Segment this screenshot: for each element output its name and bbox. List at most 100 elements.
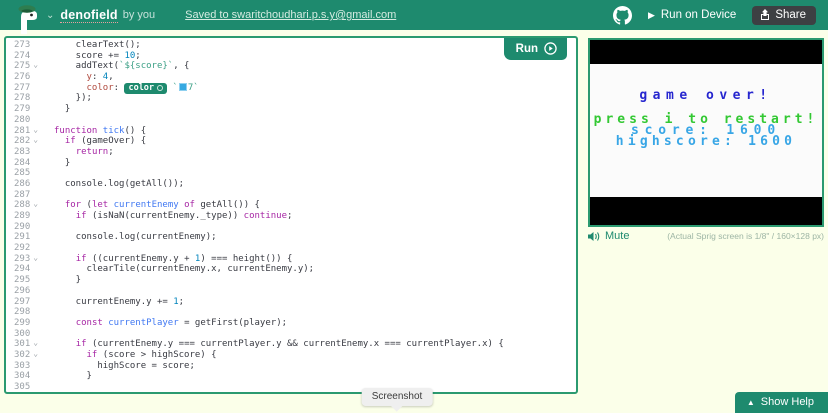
chevron-down-icon[interactable]: ⌄ (46, 10, 54, 21)
code-line[interactable]: 286 console.log(getAll()); (6, 179, 576, 190)
code-text (44, 307, 54, 318)
fold-chevron-icon[interactable]: ⌄ (33, 338, 38, 347)
fold-chevron-icon[interactable]: ⌄ (33, 60, 38, 69)
code-line[interactable]: 303 highScore = score; (6, 361, 576, 372)
code-token: = getFirst(player); (179, 318, 287, 328)
code-line[interactable]: 275⌄ addText(`${score}`, { (6, 61, 576, 72)
sprig-dino-logo[interactable] (12, 2, 42, 34)
code-line[interactable]: 291 console.log(currentEnemy); (6, 232, 576, 243)
code-token (54, 147, 76, 157)
code-line[interactable]: 287 (6, 190, 576, 201)
fold-chevron-icon[interactable]: ⌄ (33, 125, 38, 134)
show-help-label: Show Help (761, 396, 814, 408)
code-line[interactable]: 283 return; (6, 147, 576, 158)
code-line[interactable]: 298 (6, 307, 576, 318)
code-token: if (76, 211, 87, 221)
code-token: currentEnemy.y += (54, 297, 173, 307)
code-line[interactable]: 276 y: 4, (6, 72, 576, 83)
line-number: 298 (6, 307, 44, 318)
code-line[interactable]: 274 score += 10; (6, 51, 576, 62)
highscore-text: highscore: 1600 (590, 134, 822, 149)
code-token: : (92, 72, 103, 82)
line-number: 279 (6, 104, 44, 115)
code-text: score += 10; (44, 51, 141, 62)
fold-chevron-icon[interactable]: ⌄ (33, 199, 38, 208)
code-token: let (92, 200, 108, 210)
code-token: } (54, 275, 81, 285)
code-token: clearTile(currentEnemy.x, currentEnemy.y… (54, 264, 314, 274)
color-swatch (179, 83, 187, 91)
color-picker-widget[interactable]: color (124, 83, 167, 95)
line-number: 290 (6, 222, 44, 233)
code-line[interactable]: 282⌄ if (gameOver) { (6, 136, 576, 147)
code-text (44, 115, 54, 126)
triangle-up-icon: ▲ (747, 398, 755, 407)
line-number: 301⌄ (6, 339, 44, 350)
code-line[interactable]: 279 } (6, 104, 576, 115)
mute-button[interactable]: Mute (588, 230, 629, 242)
code-line[interactable]: 302⌄ if (score > highScore) { (6, 350, 576, 361)
code-text: currentEnemy.y += 1; (44, 297, 184, 308)
github-icon[interactable] (613, 6, 632, 25)
run-button[interactable]: Run (504, 38, 567, 60)
code-line[interactable]: 285 (6, 168, 576, 179)
code-token: console.log(currentEnemy); (54, 232, 217, 242)
code-text: clearText(); (44, 40, 141, 51)
code-line[interactable]: 305 (6, 382, 576, 393)
code-line[interactable]: 273 clearText(); (6, 40, 576, 51)
code-line[interactable]: 288⌄ for (let currentEnemy of getAll()) … (6, 200, 576, 211)
code-line[interactable]: 300 (6, 329, 576, 340)
code-token: `${score}` (119, 61, 173, 71)
code-line[interactable]: 280 (6, 115, 576, 126)
header-actions: ▶ Run on Device Share (613, 6, 816, 25)
code-line[interactable]: 294 clearTile(currentEnemy.x, currentEne… (6, 264, 576, 275)
code-token: } (54, 104, 70, 114)
code-text: y: 4, (44, 72, 114, 83)
show-help-button[interactable]: ▲ Show Help (735, 392, 828, 413)
run-label: Run (516, 43, 538, 55)
code-text (44, 168, 54, 179)
line-number: 291 (6, 232, 44, 243)
code-token (54, 72, 87, 82)
code-text: clearTile(currentEnemy.x, currentEnemy.y… (44, 264, 314, 275)
fold-chevron-icon[interactable]: ⌄ (33, 253, 38, 262)
code-line[interactable]: 297 currentEnemy.y += 1; (6, 297, 576, 308)
code-text: if (isNaN(currentEnemy._type)) continue; (44, 211, 292, 222)
code-line[interactable]: 278 }); (6, 93, 576, 104)
fold-chevron-icon[interactable]: ⌄ (33, 349, 38, 358)
run-on-device-label: Run on Device (661, 9, 736, 21)
code-line[interactable]: 277 color: color `7` (6, 83, 576, 94)
line-number: 273 (6, 40, 44, 51)
code-line[interactable]: 284 } (6, 158, 576, 169)
code-token: () { (124, 126, 146, 136)
code-line[interactable]: 293⌄ if ((currentEnemy.y + 1) === height… (6, 254, 576, 265)
share-button[interactable]: Share (752, 6, 816, 25)
code-token: 10 (124, 51, 135, 61)
code-token: , (108, 72, 113, 82)
code-line[interactable]: 295 } (6, 275, 576, 286)
code-line[interactable]: 289 if (isNaN(currentEnemy._type)) conti… (6, 211, 576, 222)
code-line[interactable]: 292 (6, 243, 576, 254)
circle-play-icon (544, 42, 557, 55)
line-number: 292 (6, 243, 44, 254)
code-line[interactable]: 304 } (6, 371, 576, 382)
code-line[interactable]: 290 (6, 222, 576, 233)
fold-chevron-icon[interactable]: ⌄ (33, 135, 38, 144)
code-line[interactable]: 301⌄ if (currentEnemy.y === currentPlaye… (6, 339, 576, 350)
game-canvas[interactable]: game over!press i to restart!score: 1600… (588, 38, 824, 227)
code-line[interactable]: 281⌄function tick() { (6, 126, 576, 137)
code-token: if (87, 350, 98, 360)
project-title[interactable]: denofield (60, 8, 117, 23)
color-picker-dot-icon (157, 85, 163, 91)
code-text (44, 382, 54, 393)
code-line[interactable]: 299 const currentPlayer = getFirst(playe… (6, 318, 576, 329)
saved-to-link[interactable]: Saved to swaritchoudhari.p.s.y@gmail.com (185, 9, 396, 21)
code-token: continue (244, 211, 287, 221)
code-text: if ((currentEnemy.y + 1) === height()) { (44, 254, 292, 265)
code-line[interactable]: 296 (6, 286, 576, 297)
code-token: ((currentEnemy.y + (87, 254, 195, 264)
code-token: const (76, 318, 103, 328)
line-number: 284 (6, 158, 44, 169)
code-text: function tick() { (44, 126, 146, 137)
run-on-device-button[interactable]: ▶ Run on Device (648, 9, 736, 21)
